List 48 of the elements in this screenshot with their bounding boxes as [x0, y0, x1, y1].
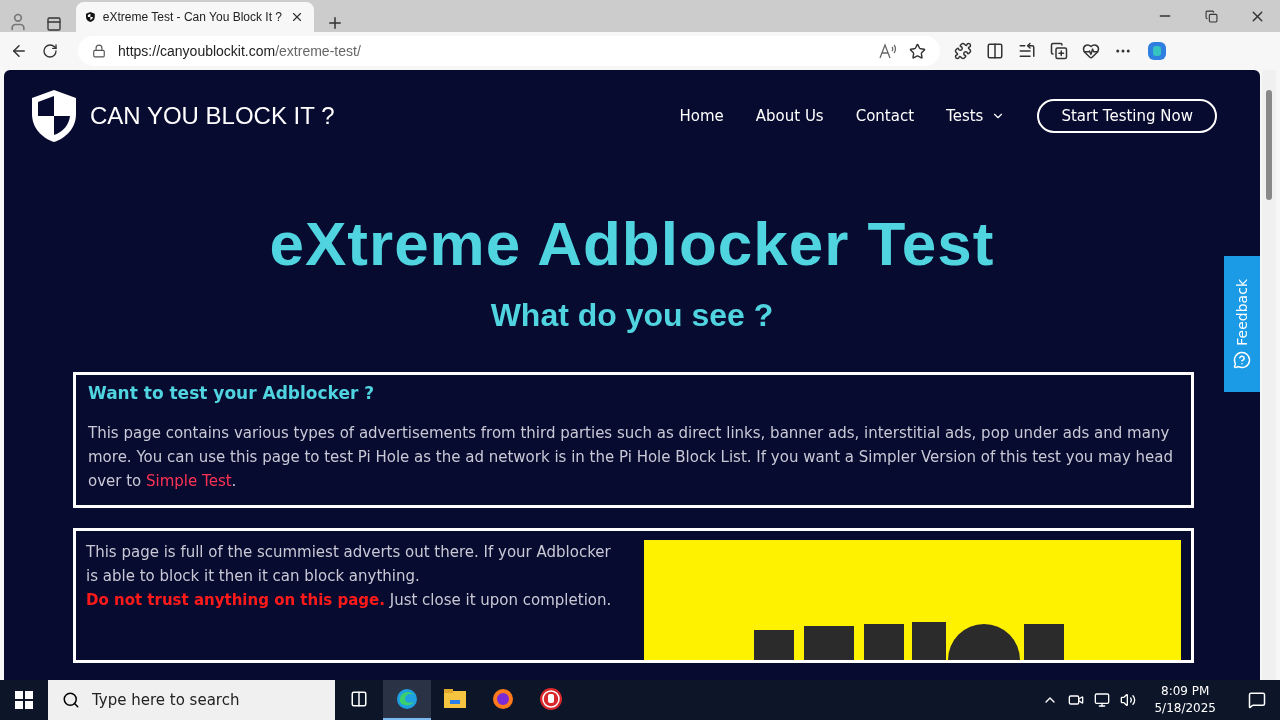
taskbar-search-field[interactable]: Type here to search — [48, 680, 335, 720]
volume-icon[interactable] — [1120, 692, 1137, 708]
nav-dropdown[interactable]: Tests — [946, 107, 1006, 125]
tab-title: eXtreme Test - Can You Block It ? — [102, 10, 282, 24]
restore-icon[interactable] — [1204, 9, 1218, 23]
card-title: Want to test your Adblocker ? — [88, 383, 376, 403]
split-screen-icon[interactable] — [986, 42, 1004, 60]
task-view-icon — [350, 690, 368, 708]
puzzle-icon[interactable] — [954, 42, 972, 60]
collections-icon[interactable] — [1050, 42, 1068, 60]
simple-test-link[interactable]: Simple Test — [146, 472, 232, 490]
card-paragraph: This page contains various types of advertisements from third parties such as direct links, banner ads, interstitial ads, pop under ads and many more. You can use this page to test Pi Hole as the ad network is in the Pi Hole Block List. If you want a Simpler Version of this test you may head over to Simple Test. — [88, 423, 1174, 492]
browser-tab[interactable]: eXtreme Test - Can You Block It ? — [76, 2, 314, 32]
card-paragraph: This page is full of the scummiest adverts out there. If your Adblocker is able to block it then it can block anything. — [86, 542, 612, 587]
fox-icon — [491, 687, 515, 711]
start-testing-button[interactable]: Start Testing Now — [1037, 99, 1217, 133]
question-bubble-icon — [1233, 351, 1251, 370]
folder-icon — [443, 688, 467, 710]
nav-link[interactable]: Contact — [855, 107, 915, 125]
taskbar-app[interactable] — [383, 680, 431, 720]
shield-logo-icon — [32, 90, 76, 142]
star-list-icon[interactable] — [1018, 42, 1036, 60]
heart-pulse-icon[interactable] — [1082, 42, 1100, 60]
page-heading: eXtreme Adblocker Test — [269, 208, 995, 279]
warning-text: Do not trust anything on this page. Just close it upon completion. — [86, 590, 613, 611]
back-icon[interactable] — [10, 42, 28, 60]
profile-icon[interactable] — [8, 12, 28, 32]
new-tab-icon[interactable] — [326, 14, 344, 32]
url-text: https://canyoublockit.com/extreme-test/ — [118, 43, 362, 59]
clock[interactable]: 8:09 PM 5/18/2025 — [1154, 683, 1216, 717]
star-icon[interactable] — [909, 42, 926, 60]
read-aloud-icon[interactable] — [879, 43, 897, 59]
reload-icon[interactable] — [42, 43, 58, 59]
shield-icon — [86, 9, 95, 25]
network-icon[interactable] — [1094, 692, 1111, 708]
close-icon[interactable] — [290, 10, 304, 24]
search-icon — [62, 691, 80, 709]
camera-icon[interactable] — [1068, 692, 1085, 708]
scrollbar[interactable] — [1262, 70, 1276, 680]
windows-icon — [15, 691, 33, 709]
address-field[interactable]: https://canyoublockit.com/extreme-test/ — [78, 36, 940, 66]
nav-link[interactable]: About Us — [755, 107, 824, 125]
nav-link[interactable]: Home — [679, 107, 724, 125]
browser-icon — [395, 687, 419, 711]
tab-actions-icon[interactable] — [46, 16, 62, 32]
page-subheading: What do you see ? — [490, 297, 774, 334]
lock-icon — [92, 44, 106, 58]
site-logo-text[interactable]: CAN YOU BLOCK IT ? — [90, 102, 335, 130]
